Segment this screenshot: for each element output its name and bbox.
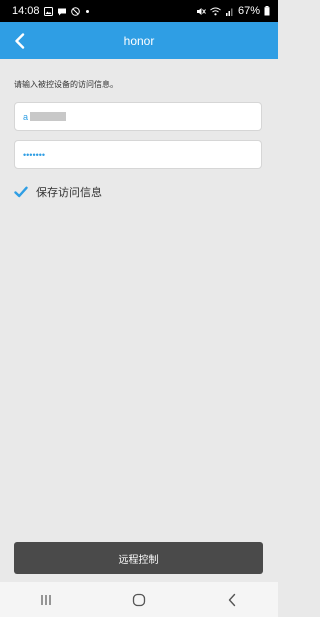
wifi-icon xyxy=(210,7,221,16)
battery-icon xyxy=(264,6,270,16)
recents-icon xyxy=(41,594,51,605)
notification-dot-icon xyxy=(85,9,89,13)
save-info-checkbox[interactable]: 保存访问信息 xyxy=(14,184,102,200)
username-field[interactable]: a xyxy=(14,102,262,131)
remote-control-button[interactable]: 远程控制 xyxy=(14,542,263,574)
chevron-left-icon xyxy=(15,32,25,49)
signal-icon xyxy=(225,7,234,16)
password-value: ••••••• xyxy=(23,149,46,160)
home-button[interactable] xyxy=(119,585,159,615)
status-time: 14:08 xyxy=(12,5,40,17)
image-icon xyxy=(43,6,53,16)
status-left: 14:08 xyxy=(12,5,89,17)
blocked-icon xyxy=(70,6,80,16)
battery-percent: 67% xyxy=(237,5,260,17)
chat-icon xyxy=(57,7,67,16)
save-info-label: 保存访问信息 xyxy=(36,186,102,199)
back-icon xyxy=(228,593,235,606)
system-nav-bar xyxy=(0,582,278,617)
status-bar: 14:08 67% xyxy=(0,0,278,22)
app-header: honor xyxy=(0,22,278,59)
system-back-button[interactable] xyxy=(212,585,252,615)
username-value: a xyxy=(23,111,29,122)
recents-button[interactable] xyxy=(26,585,66,615)
checkmark-icon xyxy=(14,186,28,198)
home-icon xyxy=(132,593,146,606)
back-button[interactable] xyxy=(6,22,34,59)
page-title: honor xyxy=(123,33,155,48)
redacted-block xyxy=(30,112,67,121)
mute-icon xyxy=(196,7,206,16)
status-right: 67% xyxy=(196,5,270,17)
password-field[interactable]: ••••••• xyxy=(14,140,262,169)
instruction-text: 请输入被控设备的访问信息。 xyxy=(14,80,118,89)
